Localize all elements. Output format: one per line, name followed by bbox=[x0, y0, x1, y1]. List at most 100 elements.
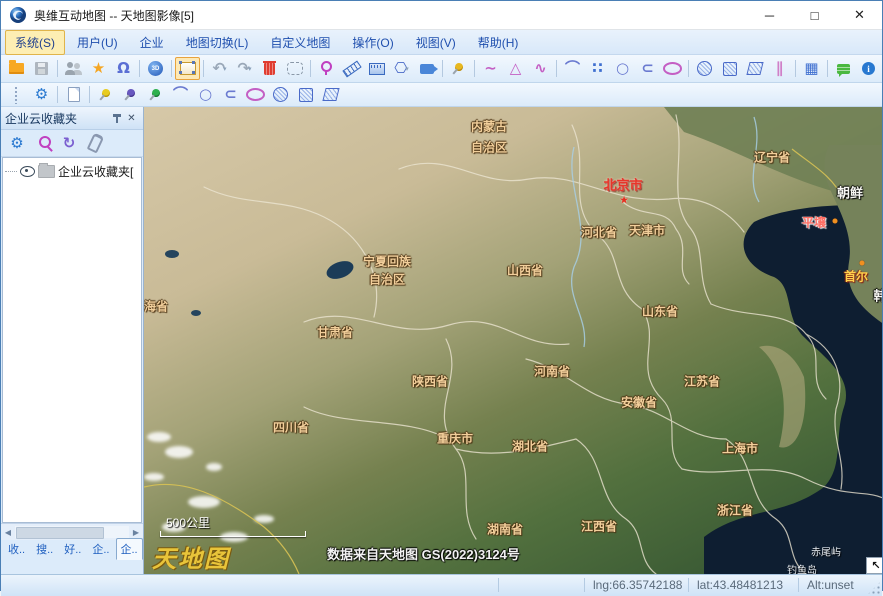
map-label-qinghai: 青海省 bbox=[144, 298, 168, 315]
undo-button[interactable]: ↶▾ bbox=[207, 57, 232, 80]
arc-button[interactable]: ⊂ bbox=[635, 57, 660, 80]
parallel-lines-button[interactable]: ∥ bbox=[767, 57, 792, 80]
map-label-ningxia-2: 自治区 bbox=[369, 271, 405, 288]
open-folder-icon bbox=[9, 63, 24, 74]
panel-search-button[interactable] bbox=[32, 133, 54, 154]
panel-tab-收..[interactable]: 收.. bbox=[3, 538, 30, 560]
map-label-korea: 韩 bbox=[873, 286, 882, 305]
panel-tab-企..[interactable]: 企.. bbox=[116, 538, 143, 560]
resize-grip[interactable] bbox=[867, 581, 881, 595]
menu-item-系统(S)[interactable]: 系统(S) bbox=[5, 30, 65, 55]
ellipse-icon bbox=[663, 62, 682, 75]
users-button[interactable] bbox=[61, 57, 86, 80]
table-button[interactable]: ▦ bbox=[799, 57, 824, 80]
save-icon bbox=[35, 62, 48, 75]
toolbar-separator bbox=[139, 60, 140, 77]
favorites-star-button[interactable]: ★ bbox=[86, 57, 111, 80]
hatch-square-button[interactable] bbox=[293, 83, 318, 106]
open-folder-button[interactable] bbox=[4, 57, 29, 80]
ellipse-icon bbox=[246, 88, 265, 101]
drag-handle[interactable] bbox=[4, 83, 29, 106]
arc-line-button[interactable]: ⌒ bbox=[560, 57, 585, 80]
map-viewport[interactable]: 内蒙古自治区辽宁省朝鲜北京市★平壤河北省天津市首尔韩宁夏回族自治区山西省青海省山… bbox=[144, 107, 882, 574]
map-label-ningxia-1: 宁夏回族 bbox=[363, 253, 411, 270]
camera-button[interactable] bbox=[414, 57, 439, 80]
arc-button[interactable]: ⊂ bbox=[218, 83, 243, 106]
scatter-points-button[interactable]: ∷ bbox=[585, 57, 610, 80]
menu-item-操作(O)[interactable]: 操作(O) bbox=[342, 30, 403, 55]
settings-gear-icon: ⚙ bbox=[35, 87, 48, 102]
panel-tab-企..[interactable]: 企.. bbox=[87, 538, 114, 560]
menu-item-地图切换(L)[interactable]: 地图切换(L) bbox=[176, 30, 259, 55]
panel-refresh-button[interactable]: ↻ bbox=[58, 133, 80, 154]
panel-tab-搜..[interactable]: 搜.. bbox=[31, 538, 58, 560]
dropdown-arrow-icon[interactable]: ▾ bbox=[405, 65, 409, 73]
menu-bar: 系统(S)用户(U)企业地图切换(L)自定义地图操作(O)视图(V)帮助(H) bbox=[1, 30, 882, 55]
minimize-button[interactable]: ─ bbox=[747, 2, 792, 29]
circle-button[interactable]: ○ bbox=[610, 57, 635, 80]
menu-item-企业[interactable]: 企业 bbox=[130, 30, 174, 55]
hatch-polygon-button[interactable] bbox=[742, 57, 767, 80]
chat-button[interactable] bbox=[831, 57, 856, 80]
info-button[interactable] bbox=[856, 57, 881, 80]
scroll-track[interactable] bbox=[15, 526, 129, 538]
redo-button[interactable]: ↷▾ bbox=[232, 57, 257, 80]
polygon-button[interactable]: △ bbox=[503, 57, 528, 80]
panel-tab-好..[interactable]: 好.. bbox=[59, 538, 86, 560]
ruler-button[interactable] bbox=[339, 57, 364, 80]
route-button[interactable]: Ω bbox=[111, 57, 136, 80]
vip-gem-button[interactable] bbox=[881, 57, 882, 80]
pushpin-purple-button[interactable] bbox=[118, 83, 143, 106]
satellite-terrain bbox=[144, 107, 882, 574]
favorites-panel: 企业云收藏夹 ✕ ⚙ ↻ 企业云收藏夹[ ◀ ▶ 收..搜..好..企..企.. bbox=[1, 107, 144, 574]
settings-gear-button[interactable]: ⚙ bbox=[29, 83, 54, 106]
dropdown-arrow-icon[interactable]: ▾ bbox=[223, 65, 227, 73]
save-button[interactable] bbox=[29, 57, 54, 80]
scroll-thumb[interactable] bbox=[16, 527, 104, 539]
view-3d-button[interactable] bbox=[143, 57, 168, 80]
table-icon: ▦ bbox=[804, 61, 818, 76]
location-pin-button[interactable] bbox=[314, 57, 339, 80]
panel-attach-button[interactable] bbox=[84, 133, 106, 154]
delete-button[interactable] bbox=[257, 57, 282, 80]
marquee-button[interactable] bbox=[282, 57, 307, 80]
maximize-button[interactable]: □ bbox=[792, 2, 837, 29]
ellipse-button[interactable] bbox=[243, 83, 268, 106]
new-document-button[interactable] bbox=[61, 83, 86, 106]
latitude-readout: lat:43.48481213 bbox=[697, 578, 783, 592]
tree-connector bbox=[5, 171, 17, 172]
arc-line-button[interactable]: ⌒ bbox=[168, 83, 193, 106]
pushpin-yellow-button[interactable] bbox=[93, 83, 118, 106]
horizontal-scrollbar[interactable]: ◀ ▶ bbox=[1, 523, 143, 540]
circle-button[interactable]: ○ bbox=[193, 83, 218, 106]
measure-area-button[interactable] bbox=[364, 57, 389, 80]
hatch-polygon-button[interactable] bbox=[318, 83, 343, 106]
menu-item-用户(U)[interactable]: 用户(U) bbox=[67, 30, 128, 55]
menu-item-自定义地图[interactable]: 自定义地图 bbox=[260, 30, 340, 55]
panel-close-button[interactable]: ✕ bbox=[124, 110, 139, 126]
dropdown-arrow-icon[interactable]: ▾ bbox=[248, 65, 252, 73]
panel-settings-button[interactable]: ⚙ bbox=[6, 133, 28, 154]
hatch-circle-button[interactable] bbox=[692, 57, 717, 80]
hexagon-tool-button[interactable]: ⎔▾ bbox=[389, 57, 414, 80]
parallel-lines-icon: ∥ bbox=[776, 61, 784, 76]
scroll-right-arrow[interactable]: ▶ bbox=[129, 528, 143, 537]
location-pin-icon bbox=[321, 61, 332, 72]
scroll-left-arrow[interactable]: ◀ bbox=[1, 528, 15, 537]
visibility-eye-icon[interactable] bbox=[20, 166, 35, 177]
hatch-circle-button[interactable] bbox=[268, 83, 293, 106]
close-button[interactable]: ✕ bbox=[837, 2, 882, 29]
pointer-mode-button[interactable]: ↖ bbox=[866, 557, 882, 574]
pushpin-button[interactable] bbox=[446, 57, 471, 80]
menu-item-视图(V)[interactable]: 视图(V) bbox=[406, 30, 466, 55]
tree-root-item[interactable]: 企业云收藏夹[ bbox=[3, 158, 141, 180]
ellipse-button[interactable] bbox=[660, 57, 685, 80]
pushpin-green-button[interactable] bbox=[143, 83, 168, 106]
tree-item-label: 企业云收藏夹[ bbox=[58, 163, 133, 180]
curve-button[interactable]: ∿ bbox=[528, 57, 553, 80]
region-select-button[interactable] bbox=[175, 57, 200, 80]
panel-pin-button[interactable] bbox=[109, 110, 124, 126]
menu-item-帮助(H)[interactable]: 帮助(H) bbox=[468, 30, 529, 55]
polyline-button[interactable]: ∼ bbox=[478, 57, 503, 80]
hatch-square-button[interactable] bbox=[717, 57, 742, 80]
